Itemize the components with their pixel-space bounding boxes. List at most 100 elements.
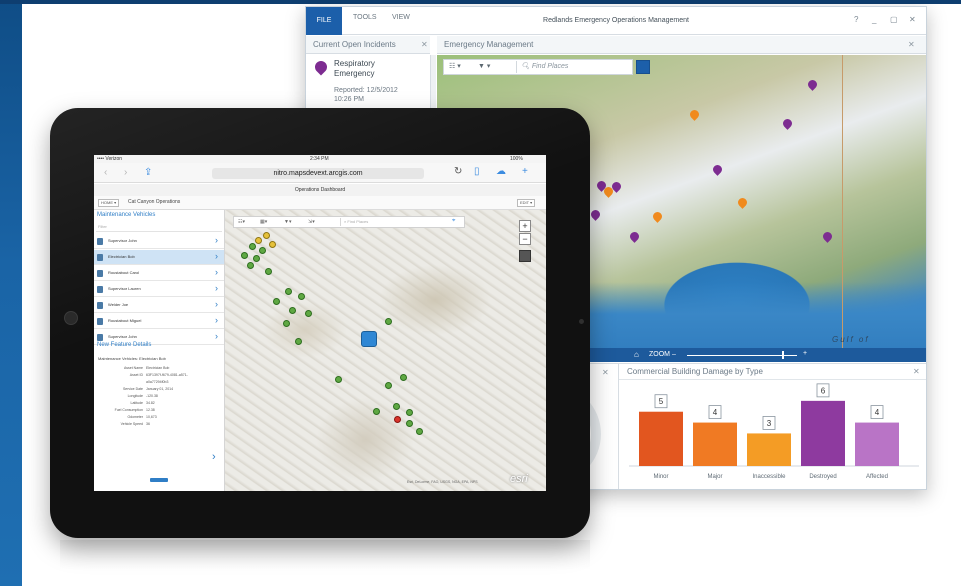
feature-detail-row: Vehicle Speed 36 bbox=[94, 422, 225, 429]
vehicle-marker[interactable] bbox=[263, 232, 270, 239]
bookmarks-icon[interactable]: ▯ bbox=[474, 166, 480, 177]
vehicle-marker[interactable] bbox=[259, 247, 266, 254]
bar-minor[interactable] bbox=[639, 411, 683, 466]
chart-title: Commercial Building Damage by Type bbox=[619, 364, 926, 380]
incident-marker[interactable] bbox=[806, 78, 819, 91]
selected-vehicle-marker[interactable] bbox=[361, 331, 377, 347]
vehicle-list-item[interactable]: Welder Joe › bbox=[94, 298, 224, 313]
bar-inaccessible[interactable] bbox=[747, 433, 791, 466]
map-search-input[interactable]: ⌕ Find Places bbox=[340, 218, 436, 226]
vehicle-marker[interactable] bbox=[273, 298, 280, 305]
basemap-icon[interactable]: ▦▾ bbox=[260, 219, 267, 225]
vehicle-marker[interactable] bbox=[385, 382, 392, 389]
map-search-input[interactable]: 🔍︎ Find Places bbox=[516, 61, 636, 73]
vehicle-marker[interactable] bbox=[385, 318, 392, 325]
layers-icon[interactable]: ☷ ▾ bbox=[449, 62, 461, 70]
vehicle-name: Roustabout Carol bbox=[108, 270, 140, 275]
vehicle-marker[interactable] bbox=[247, 262, 254, 269]
minimize-button[interactable]: _ bbox=[872, 15, 876, 24]
vehicle-marker[interactable] bbox=[249, 243, 256, 250]
help-button[interactable]: ? bbox=[854, 15, 858, 24]
close-button[interactable]: ✕ bbox=[909, 15, 916, 24]
tablet-screen: •••• Verizon 2:34 PM 100% ‹ › ⇪ nitro.ma… bbox=[94, 155, 546, 491]
vehicle-marker[interactable] bbox=[269, 241, 276, 248]
vehicle-marker[interactable] bbox=[253, 255, 260, 262]
vehicle-marker[interactable] bbox=[335, 376, 342, 383]
map-panel-close-icon[interactable]: ✕ bbox=[908, 36, 915, 54]
filter-icon[interactable]: ▼ ▾ bbox=[478, 62, 490, 70]
vehicle-marker[interactable] bbox=[305, 310, 312, 317]
top-stripe bbox=[0, 0, 961, 4]
forward-icon[interactable]: › bbox=[124, 167, 127, 178]
incidents-panel-close-icon[interactable]: ✕ bbox=[421, 36, 428, 54]
vehicle-marker[interactable] bbox=[255, 237, 262, 244]
incident-marker[interactable] bbox=[589, 208, 602, 221]
category-label: Affected bbox=[866, 474, 888, 480]
data-label: 4 bbox=[713, 408, 718, 417]
bar-affected[interactable] bbox=[855, 422, 899, 466]
incident-marker[interactable] bbox=[628, 230, 641, 243]
vehicle-list-item[interactable]: Supervisor John › bbox=[94, 234, 224, 249]
filter-icon[interactable]: ▼▾ bbox=[284, 219, 291, 225]
vehicle-marker[interactable] bbox=[400, 374, 407, 381]
vehicle-list-item[interactable]: Roustabout Carol › bbox=[94, 266, 224, 281]
vehicle-marker[interactable] bbox=[241, 252, 248, 259]
vehicles-map[interactable]: ☷▾ ▦▾ ▼▾ ⇲▾ ⌕ Find Places ⌖ + − Esri, De… bbox=[225, 210, 546, 491]
vehicle-list-item[interactable]: Roustabout Miguel › bbox=[94, 314, 224, 329]
detail-key: Vehicle Speed bbox=[120, 422, 143, 426]
zoom-out-label[interactable]: ZOOM – bbox=[649, 351, 676, 358]
search-button[interactable] bbox=[636, 60, 650, 74]
locate-icon[interactable]: ⌖ bbox=[452, 218, 455, 225]
vehicle-marker[interactable] bbox=[265, 268, 272, 275]
zoom-slider-track[interactable] bbox=[687, 355, 797, 356]
vehicle-marker[interactable] bbox=[289, 307, 296, 314]
bar-major[interactable] bbox=[693, 422, 737, 466]
home-dropdown[interactable]: HOME ▾ bbox=[98, 199, 120, 207]
layers-icon[interactable]: ☷▾ bbox=[238, 219, 245, 225]
vehicle-marker[interactable] bbox=[406, 420, 413, 427]
zoom-out-button[interactable]: − bbox=[519, 233, 531, 245]
vehicle-marker[interactable] bbox=[373, 408, 380, 415]
zoom-slider-handle[interactable] bbox=[782, 351, 784, 359]
zoom-in-button[interactable]: + bbox=[803, 350, 807, 357]
panel-tab-indicator[interactable] bbox=[150, 478, 168, 482]
bar-destroyed[interactable] bbox=[801, 400, 845, 466]
incident-marker[interactable] bbox=[821, 230, 834, 243]
home-icon[interactable]: ⌂ bbox=[634, 350, 639, 359]
new-tab-icon[interactable]: + bbox=[522, 166, 528, 177]
incident-marker[interactable] bbox=[688, 108, 701, 121]
address-bar[interactable]: nitro.mapsdevext.arcgis.com bbox=[212, 168, 424, 179]
gulf-label: Gulf of bbox=[832, 335, 870, 344]
incident-marker[interactable] bbox=[651, 210, 664, 223]
vehicle-marker[interactable] bbox=[295, 338, 302, 345]
incident-marker[interactable] bbox=[736, 196, 749, 209]
vehicle-marker[interactable] bbox=[416, 428, 423, 435]
chevron-right-icon: › bbox=[215, 315, 218, 325]
carrier: •••• Verizon bbox=[97, 156, 123, 162]
chart-close-icon[interactable]: ✕ bbox=[913, 364, 920, 380]
vehicle-marker[interactable] bbox=[285, 288, 292, 295]
share-icon[interactable]: ⇪ bbox=[144, 167, 152, 178]
edit-dropdown[interactable]: EDIT ▾ bbox=[517, 199, 536, 207]
incident-list-item[interactable]: Respiratory Emergency Reported: 12/5/201… bbox=[306, 55, 430, 111]
restore-button[interactable]: ▢ bbox=[890, 15, 898, 24]
chevron-right-icon[interactable]: › bbox=[212, 451, 216, 463]
vehicle-marker[interactable] bbox=[298, 293, 305, 300]
zoom-in-button[interactable]: + bbox=[519, 220, 531, 232]
vehicle-list-item[interactable]: Supervisor Lauren › bbox=[94, 282, 224, 297]
measure-icon[interactable]: ⇲▾ bbox=[308, 219, 315, 225]
reload-icon[interactable]: ↻ bbox=[454, 166, 462, 177]
tablet-device: •••• Verizon 2:34 PM 100% ‹ › ⇪ nitro.ma… bbox=[50, 108, 590, 538]
incident-marker[interactable] bbox=[711, 163, 724, 176]
incident-marker[interactable] bbox=[781, 117, 794, 130]
vehicle-marker[interactable] bbox=[393, 403, 400, 410]
alert-marker[interactable] bbox=[394, 416, 401, 423]
home-extent-button[interactable] bbox=[519, 250, 531, 262]
vehicle-marker[interactable] bbox=[283, 320, 290, 327]
vehicles-filter-input[interactable]: Filter bbox=[96, 222, 222, 232]
cloud-icon[interactable]: ☁ bbox=[496, 166, 506, 177]
vehicle-list-item[interactable]: Electrician Bob › bbox=[94, 250, 224, 265]
vehicle-marker[interactable] bbox=[406, 409, 413, 416]
lower-left-close-icon[interactable]: ✕ bbox=[602, 364, 609, 382]
back-icon[interactable]: ‹ bbox=[104, 167, 107, 178]
